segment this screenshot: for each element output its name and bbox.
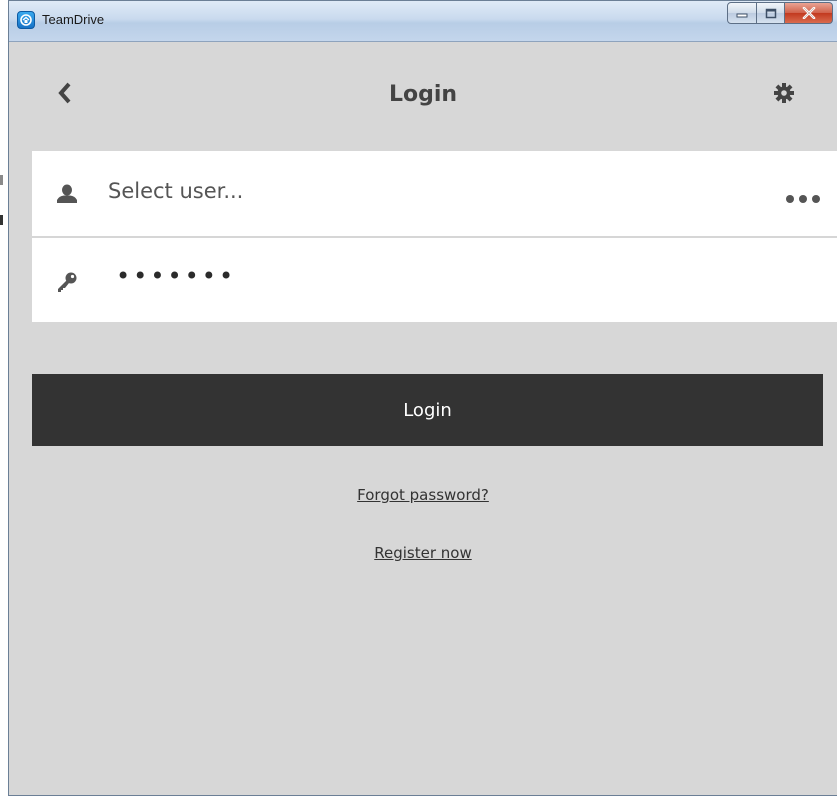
background-window-edge — [0, 175, 3, 185]
user-row[interactable] — [32, 151, 837, 238]
app-window: TeamDrive Login Select user... ••••••• L… — [8, 0, 837, 796]
close-icon — [785, 3, 832, 23]
more-dots-icon[interactable] — [785, 189, 821, 208]
user-icon — [56, 184, 78, 208]
teamdrive-logo-icon — [17, 11, 35, 29]
maximize-icon — [757, 3, 784, 23]
user-select-input[interactable] — [108, 179, 708, 203]
minimize-button[interactable] — [727, 2, 757, 24]
forgot-password-link[interactable]: Forgot password? — [357, 486, 489, 504]
background-window-edge — [0, 215, 3, 225]
page-title: Login — [388, 82, 458, 107]
password-field[interactable] — [116, 262, 716, 290]
window-title: TeamDrive — [42, 12, 105, 27]
register-now-link[interactable]: Register now — [374, 544, 471, 562]
window-controls — [727, 2, 833, 24]
gear-icon[interactable] — [773, 82, 795, 108]
maximize-button[interactable] — [757, 2, 785, 24]
close-button[interactable] — [785, 2, 833, 24]
key-icon — [56, 271, 78, 297]
register-link-row: Register now — [9, 544, 837, 562]
page-header: Login — [9, 42, 837, 150]
password-row[interactable] — [32, 238, 837, 322]
minimize-icon — [728, 3, 756, 23]
forgot-password-link-row: Forgot password? — [9, 486, 837, 504]
login-form — [32, 151, 837, 322]
login-button[interactable]: Login — [32, 374, 823, 446]
title-bar[interactable]: TeamDrive — [9, 1, 837, 42]
